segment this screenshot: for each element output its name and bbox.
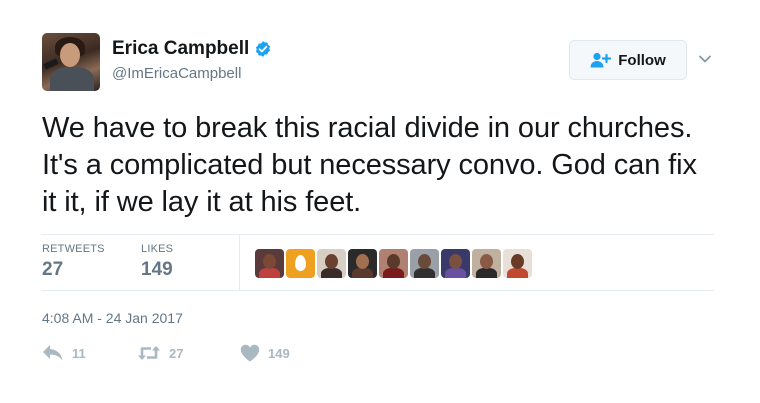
liker-avatar[interactable] xyxy=(255,249,284,278)
user-handle[interactable]: @ImEricaCampbell xyxy=(112,65,272,82)
retweet-icon xyxy=(137,344,161,362)
likes-label: LIKES xyxy=(141,243,174,255)
liker-avatar[interactable] xyxy=(379,249,408,278)
stats-separator xyxy=(239,235,240,290)
retweet-button[interactable]: 27 xyxy=(137,344,183,362)
retweets-count: 27 xyxy=(42,259,64,280)
verified-badge-icon xyxy=(254,40,272,58)
display-name-text[interactable]: Erica Campbell xyxy=(112,38,249,60)
add-user-icon xyxy=(590,52,612,68)
like-button[interactable]: 149 xyxy=(240,344,290,362)
reply-button[interactable]: 11 xyxy=(42,344,86,362)
follow-button-label: Follow xyxy=(618,51,666,69)
likes-count: 149 xyxy=(141,259,173,280)
liker-avatar[interactable] xyxy=(410,249,439,278)
chevron-down-icon[interactable] xyxy=(697,51,713,67)
avatar-body-shape xyxy=(50,67,94,91)
retweet-count: 27 xyxy=(169,345,184,361)
liker-avatar[interactable] xyxy=(441,249,470,278)
avatar-face-shape xyxy=(60,43,80,67)
heart-icon xyxy=(240,344,260,362)
liker-avatar[interactable] xyxy=(348,249,377,278)
reply-count: 11 xyxy=(72,345,86,361)
liker-avatar[interactable] xyxy=(317,249,346,278)
default-egg-icon xyxy=(295,255,306,271)
retweets-label: RETWEETS xyxy=(42,243,105,255)
follow-button[interactable]: Follow xyxy=(569,40,687,80)
reply-icon xyxy=(42,344,64,362)
avatar-microphone-shape xyxy=(43,58,59,70)
stats-divider-bottom xyxy=(42,290,714,291)
liker-avatar[interactable] xyxy=(503,249,532,278)
avatar[interactable] xyxy=(42,33,100,91)
likes-stat[interactable]: LIKES 149 xyxy=(141,243,173,281)
liker-avatar[interactable] xyxy=(286,249,315,278)
tweet-card: Erica Campbell @ImEricaCampbell Follow W… xyxy=(0,0,760,403)
tweet-stats: RETWEETS 27 LIKES 149 xyxy=(42,235,714,290)
tweet-text: We have to break this racial divide in o… xyxy=(42,112,697,218)
display-name[interactable]: Erica Campbell xyxy=(112,38,272,60)
liker-avatar[interactable] xyxy=(472,249,501,278)
user-name-block: Erica Campbell @ImEricaCampbell xyxy=(112,38,272,82)
like-count: 149 xyxy=(268,345,290,361)
retweets-stat[interactable]: RETWEETS 27 xyxy=(42,243,105,281)
tweet-timestamp[interactable]: 4:08 AM - 24 Jan 2017 xyxy=(42,310,183,326)
liker-avatars xyxy=(255,249,532,278)
